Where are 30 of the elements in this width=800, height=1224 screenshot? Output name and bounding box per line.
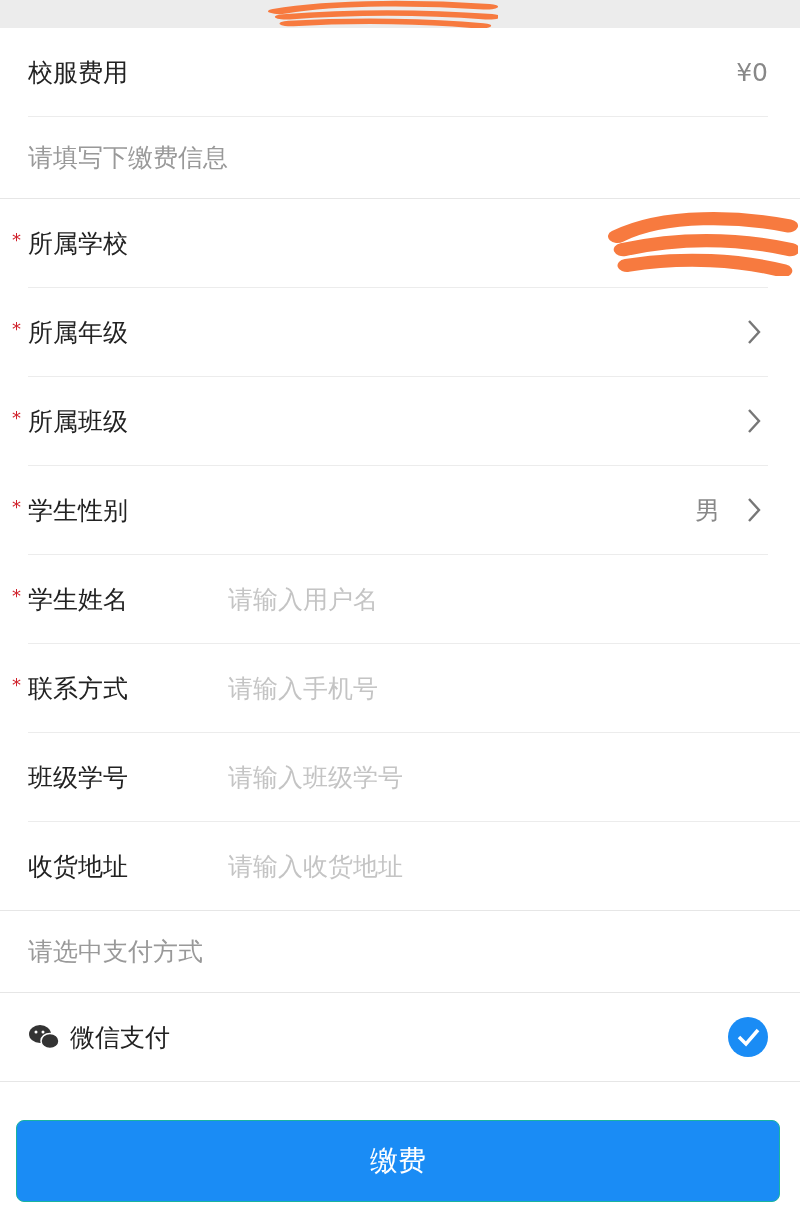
payment-label: 微信支付	[70, 1021, 171, 1054]
field-label: 所属年级	[28, 316, 129, 349]
required-asterisk: *	[12, 407, 21, 428]
field-label: 联系方式	[28, 672, 129, 705]
pay-button[interactable]: 缴费	[16, 1120, 780, 1202]
chevron-right-icon	[746, 319, 762, 345]
radio-check-icon[interactable]	[728, 1017, 768, 1057]
field-label: 所属学校	[28, 227, 129, 260]
required-asterisk: *	[12, 229, 21, 250]
text-input-field[interactable]: 请输入班级学号	[228, 762, 800, 792]
required-asterisk: *	[12, 674, 21, 695]
section-header: 请选中支付方式	[28, 936, 203, 968]
chevron-right-icon	[746, 497, 762, 523]
fee-label: 校服费用	[28, 56, 129, 89]
chevron-right-icon	[746, 408, 762, 434]
required-asterisk: *	[12, 585, 21, 606]
text-input-field[interactable]: 请输入收货地址	[228, 851, 800, 881]
select-value: 男	[695, 494, 720, 527]
text-input-field[interactable]: 请输入手机号	[228, 673, 800, 703]
section-header: 请填写下缴费信息	[28, 142, 228, 174]
required-asterisk: *	[12, 496, 21, 517]
fee-amount: ¥0	[736, 57, 768, 87]
field-label: 收货地址	[28, 850, 129, 883]
chat-bubbles-icon	[28, 1024, 60, 1050]
field-label: 学生姓名	[28, 583, 129, 616]
field-label: 班级学号	[28, 761, 129, 794]
field-label: 学生性别	[28, 494, 129, 527]
required-asterisk: *	[12, 318, 21, 339]
field-label: 所属班级	[28, 405, 129, 438]
text-input-field[interactable]: 请输入用户名	[228, 584, 800, 614]
